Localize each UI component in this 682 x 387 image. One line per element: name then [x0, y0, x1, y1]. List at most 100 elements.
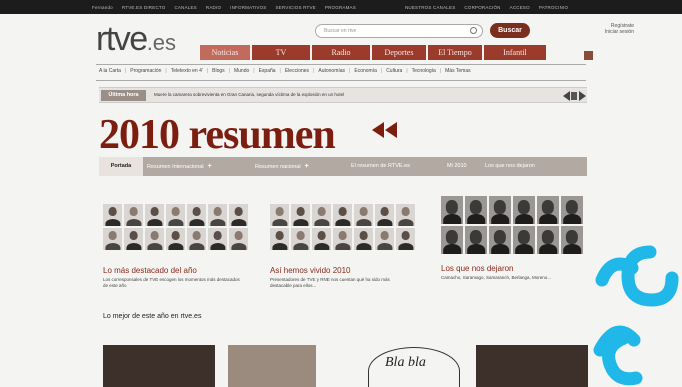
section-nav: Portada Resumen Internacional + Resumen n… — [99, 157, 587, 176]
subnav-item[interactable]: Tecnología — [412, 68, 436, 74]
section-heading: Lo mejor de este año en rtve.es — [103, 313, 202, 320]
topbar-item[interactable]: CANALES — [174, 5, 196, 10]
subnav-item[interactable]: Blogs — [212, 68, 225, 74]
separator: | — [439, 68, 442, 74]
tab-deportes[interactable]: Deportes — [372, 45, 426, 60]
secnav-item[interactable]: Resumen nacional + — [255, 157, 309, 176]
photo-grid-highlights[interactable] — [103, 204, 248, 250]
subnav-item[interactable]: Programación — [130, 68, 161, 74]
rewind-arrow-icon — [372, 122, 384, 138]
topbar-item[interactable]: ACCESO — [510, 5, 530, 10]
portrait-photo — [270, 228, 289, 250]
page-title: 2010 resumen — [99, 112, 336, 158]
tab-portada[interactable]: Portada — [99, 157, 143, 176]
divider — [96, 64, 586, 65]
column-title[interactable]: Los que nos dejaron — [441, 264, 514, 273]
secnav-label: Resumen nacional — [255, 164, 301, 170]
tab-tv[interactable]: TV — [252, 45, 310, 60]
portrait-photo — [312, 204, 331, 226]
search-input[interactable]: Buscar en rtve — [315, 24, 483, 38]
next-arrow-icon[interactable] — [579, 91, 586, 101]
topbar-right: NUESTROS CANALES CORPORACIÓN ACCESO PATR… — [405, 5, 568, 10]
portrait-photo — [489, 196, 511, 224]
separator: | — [124, 68, 127, 74]
photo-grid-presenters[interactable] — [270, 204, 415, 250]
portrait-photo — [166, 228, 185, 250]
portrait-photo — [561, 226, 583, 254]
rewind-arrow-icon — [385, 122, 397, 138]
separator: | — [349, 68, 351, 74]
portrait-photo — [375, 204, 394, 226]
topbar-item[interactable]: PROGRAMAS — [325, 5, 356, 10]
menu-icon[interactable] — [584, 51, 593, 60]
video-thumbnail[interactable] — [476, 345, 588, 387]
subnav-item[interactable]: Teletexto en 4' — [171, 68, 203, 74]
separator: | — [380, 68, 383, 74]
previous-arrow-icon[interactable] — [563, 91, 570, 101]
topbar-item[interactable]: Fernando — [92, 5, 113, 10]
secnav-item[interactable]: Mi 2010 — [447, 157, 467, 176]
top-bar: Fernando RTVE.ES DIRECTO CANALES RADIO I… — [0, 0, 682, 14]
rtve-logo[interactable]: rtve.es — [96, 20, 176, 59]
search-button[interactable]: Buscar — [490, 23, 530, 38]
login-link[interactable]: Iniciar sesión — [574, 29, 634, 35]
breaking-headline[interactable]: Muere la camarera sobrevivienta en Gran … — [154, 92, 344, 97]
portrait-photo — [208, 204, 227, 226]
topbar-item[interactable]: NUESTROS CANALES — [405, 5, 455, 10]
subnav-item[interactable]: A la Carta — [99, 68, 121, 74]
portrait-photo — [375, 228, 394, 250]
portrait-photo — [145, 204, 164, 226]
topbar-item[interactable]: CORPORACIÓN — [464, 5, 500, 10]
topbar-item[interactable]: RTVE.ES DIRECTO — [122, 5, 166, 10]
portrait-photo — [103, 228, 122, 250]
portrait-photo — [291, 204, 310, 226]
tab-noticias[interactable]: Noticias — [200, 45, 250, 60]
column-title[interactable]: Así hemos vivido 2010 — [270, 266, 351, 275]
tab-radio[interactable]: Radio — [312, 45, 370, 60]
topbar-item[interactable]: PATROCINIO — [539, 5, 568, 10]
portrait-photo — [145, 228, 164, 250]
portrait-photo — [333, 204, 352, 226]
speech-bubble-image[interactable]: Bla bla — [368, 347, 460, 387]
video-thumbnail[interactable] — [103, 345, 215, 387]
subnav-item[interactable]: Elecciones — [285, 68, 309, 74]
divider — [96, 80, 586, 81]
column-description: Los corresponsales de TVE escogen los mo… — [103, 277, 240, 288]
portrait-photo — [208, 228, 227, 250]
portrait-photo — [124, 204, 143, 226]
pause-icon[interactable] — [571, 92, 577, 100]
portrait-photo — [166, 204, 185, 226]
topbar-item[interactable]: SERVICIOS RTVE — [275, 5, 315, 10]
secnav-item[interactable]: Los que nos dejaron — [485, 157, 535, 176]
secnav-item[interactable]: Resumen Internacional + — [147, 157, 212, 176]
secnav-item[interactable]: El resumen de RTVE.es — [351, 157, 410, 176]
column-description: Camacho, Saramago, Samaranch, Berlanga, … — [441, 275, 552, 280]
tab-el-tiempo[interactable]: El Tiempo — [428, 45, 482, 60]
photo-grid-obituaries[interactable] — [441, 196, 583, 254]
portrait-photo — [465, 196, 487, 224]
portrait-photo — [187, 228, 206, 250]
portrait-photo — [441, 226, 463, 254]
portrait-photo — [561, 196, 583, 224]
separator: | — [206, 68, 209, 74]
subnav-item[interactable]: Economía — [354, 68, 377, 74]
column-title[interactable]: Lo más destacado del año — [103, 266, 197, 275]
column-description: Presentadores de TVE y RNE nos cuentan q… — [270, 277, 390, 288]
subnav-item[interactable]: Más Temas — [445, 68, 470, 74]
video-thumbnail[interactable] — [228, 345, 316, 387]
portrait-photo — [396, 204, 415, 226]
separator: | — [279, 68, 281, 74]
search-placeholder: Buscar en rtve — [324, 28, 357, 34]
portrait-photo — [124, 228, 143, 250]
tab-infantil[interactable]: Infantil — [484, 45, 546, 60]
subnav-item[interactable]: España — [259, 68, 276, 74]
sub-nav: A la Carta | Programación | Teletexto en 4… — [99, 68, 471, 74]
secnav-label: Resumen Internacional — [147, 164, 204, 170]
subnav-item[interactable]: Cultura — [386, 68, 402, 74]
subnav-item[interactable]: Autonomías — [318, 68, 345, 74]
logo-text: rtve — [96, 20, 148, 58]
topbar-item[interactable]: RADIO — [206, 5, 221, 10]
portrait-photo — [441, 196, 463, 224]
topbar-item[interactable]: INFORMATIVOS — [230, 5, 266, 10]
subnav-item[interactable]: Mundo — [234, 68, 249, 74]
